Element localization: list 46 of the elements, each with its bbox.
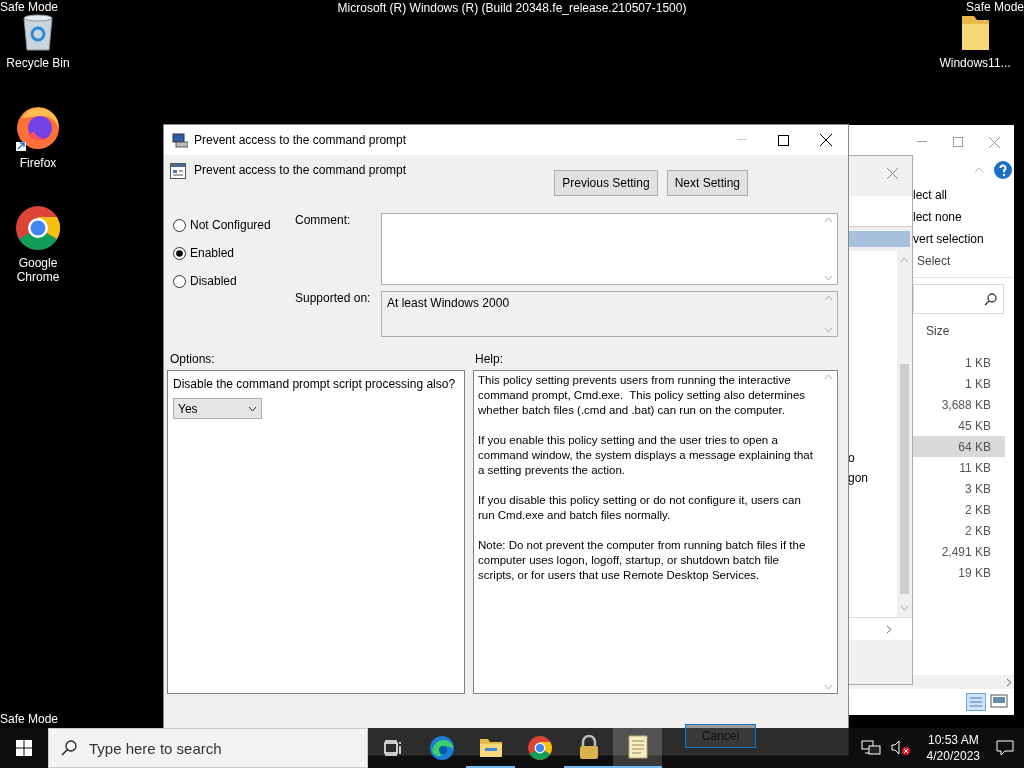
desktop-icon-label[interactable]: Windows11... (939, 56, 1011, 70)
safe-mode-label: Safe Mode (0, 712, 59, 726)
list-item[interactable]: o (848, 448, 897, 468)
file-size-cell[interactable]: 3 KB (913, 478, 1005, 499)
nav-setting-button[interactable]: Previous Setting (554, 170, 658, 196)
help-paragraph: This policy setting prevents users from running the interactive command prompt, Cmd.exe. This policy setting also determines whether batch files (.cmd and .bat) can run on the computer. (478, 373, 807, 418)
supported-on-label: Supported on: (295, 291, 372, 305)
file-size-cell[interactable]: 1 KB (913, 373, 1005, 394)
file-size-cell[interactable]: 11 KB (913, 457, 1005, 478)
radio-label[interactable]: Disabled (190, 274, 237, 288)
file-size-cell[interactable]: 1 KB (913, 352, 1005, 373)
radio-label[interactable]: Enabled (190, 246, 235, 260)
ribbon-group-label: Select (916, 253, 952, 269)
safe-mode-label: Safe Mode (965, 0, 1024, 14)
list-item[interactable]: gon (848, 468, 897, 488)
nav-setting-button[interactable]: Next Setting (666, 170, 748, 196)
taskbar-search-field[interactable]: Type here to search (48, 728, 368, 768)
supported-on-value: At least Windows 2000 (387, 296, 510, 310)
option-label: Disable the command prompt script processing also? (173, 377, 457, 392)
file-size-cell[interactable]: 2 KB (913, 520, 1005, 541)
file-size-cell[interactable]: 64 KB (913, 436, 1005, 457)
clock[interactable]: 10:53 AM 4/20/2023 (920, 732, 986, 764)
option-dropdown[interactable]: Yes (173, 398, 262, 419)
file-size-cell[interactable]: 2 KB (913, 499, 1005, 520)
desktop-icon-label[interactable]: Google Chrome (0, 256, 76, 284)
window-title: Prevent access to the command prompt (194, 133, 408, 147)
ribbon-item[interactable]: lect all (913, 187, 1014, 203)
desktop-icon-label[interactable]: Firefox (19, 156, 57, 170)
help-paragraph: If you disable this policy setting or do not configure it, users can run Cmd.exe and batch files normally. (478, 493, 802, 523)
column-header[interactable]: Size (926, 324, 950, 338)
help-paragraph: Note: Do not prevent the computer from running batch files if the computer uses logon, logoff, startup, or shutdown batch file scripts, or for users that use Remote Desktop Services. (478, 538, 807, 583)
ribbon-item[interactable]: vert selection (913, 231, 1014, 247)
build-text: Microsoft (R) Windows (R) (Build 20348.fe_release.210507-1500) (337, 1, 687, 15)
file-size-cell[interactable]: 19 KB (913, 562, 1005, 583)
comment-label: Comment: (295, 213, 352, 227)
safe-mode-label: Safe Mode (0, 0, 59, 14)
file-size-cell[interactable]: 45 KB (913, 415, 1005, 436)
ribbon-item[interactable]: lect none (913, 209, 1014, 225)
help-paragraph: If you enable this policy setting and the user tries to open a command window, the system displays a message explaining that a setting prevents the action. (478, 433, 814, 478)
options-label: Options: (170, 352, 216, 366)
policy-heading: Prevent access to the command prompt (194, 163, 407, 177)
help-label: Help: (475, 352, 503, 366)
file-size-cell[interactable]: 2,491 KB (913, 541, 1005, 562)
file-size-cell[interactable]: 3,688 KB (913, 394, 1005, 415)
radio-label[interactable]: Not Configured (190, 218, 271, 232)
desktop-icon-label[interactable]: Recycle Bin (6, 56, 70, 70)
